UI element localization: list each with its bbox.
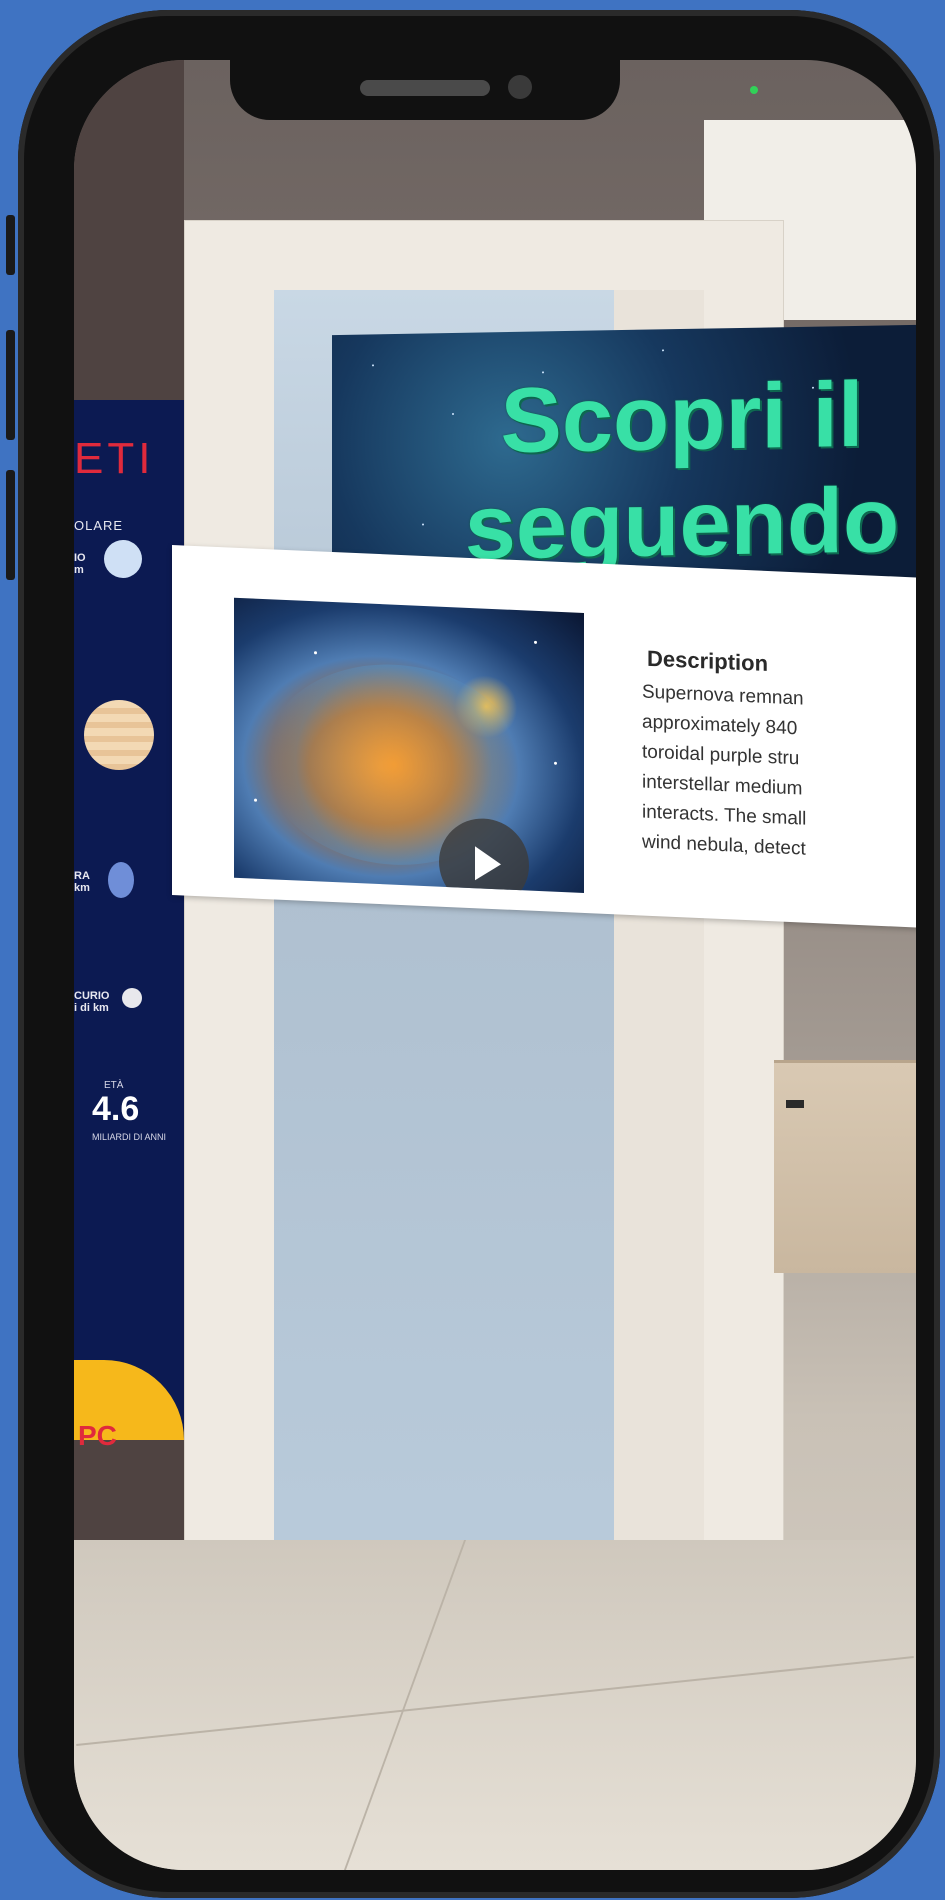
star-icon bbox=[554, 761, 557, 765]
description-line: Supernova remnan bbox=[642, 681, 804, 710]
ar-solar-system-poster[interactable]: ETI OLARE IO m RA km CURIO i di km ETÀ 4.6 … bbox=[74, 400, 184, 1451]
poster-planet-label: IO m bbox=[74, 552, 86, 576]
description-line: toroidal purple stru bbox=[642, 741, 800, 770]
banner-title-line-1: Scopri il bbox=[500, 363, 864, 473]
planet-icon bbox=[122, 988, 142, 1008]
banner-title: Scopri il seguendo bbox=[402, 360, 916, 582]
description-title: Description bbox=[647, 645, 769, 677]
description-line: interacts. The small bbox=[642, 801, 807, 830]
star-icon bbox=[372, 364, 374, 367]
poster-subtitle: OLARE bbox=[74, 518, 124, 533]
background-floor bbox=[74, 1540, 916, 1870]
ar-info-card[interactable]: Description Supernova remnan approximate… bbox=[172, 545, 916, 930]
star-icon bbox=[662, 349, 664, 352]
description-line: interstellar medium bbox=[642, 771, 803, 800]
speaker-grille bbox=[360, 80, 490, 96]
poster-planet-label: RA km bbox=[74, 870, 90, 894]
cabinet-handle bbox=[786, 1100, 804, 1108]
phone-frame: ETI OLARE IO m RA km CURIO i di km ETÀ 4.6 … bbox=[18, 10, 940, 1898]
planet-icon bbox=[108, 862, 134, 898]
ar-camera-view[interactable]: ETI OLARE IO m RA km CURIO i di km ETÀ 4.6 … bbox=[74, 60, 916, 1870]
planet-icon bbox=[104, 540, 142, 578]
poster-age-unit: MILIARDI DI ANNI bbox=[92, 1132, 167, 1142]
planet-icon bbox=[84, 700, 154, 770]
play-icon bbox=[475, 846, 501, 882]
side-button-volume-down bbox=[6, 470, 15, 580]
description-line: approximately 840 bbox=[642, 711, 798, 740]
camera-in-use-indicator bbox=[750, 86, 758, 94]
side-button-mute bbox=[6, 215, 15, 275]
poster-sun-text: PC bbox=[78, 1420, 117, 1451]
front-camera-icon bbox=[508, 75, 532, 99]
description-line: wind nebula, detect bbox=[642, 831, 806, 860]
side-button-volume-up bbox=[6, 330, 15, 440]
notch bbox=[230, 20, 620, 120]
poster-age-value: 4.6 bbox=[92, 1090, 140, 1128]
background-cabinet bbox=[774, 1060, 916, 1273]
nebula-image[interactable] bbox=[234, 597, 584, 893]
star-icon bbox=[314, 651, 317, 655]
poster-title: ETI bbox=[74, 434, 155, 483]
poster-planet-label: CURIO i di km bbox=[74, 990, 110, 1014]
star-icon bbox=[534, 640, 537, 644]
star-icon bbox=[254, 798, 257, 802]
